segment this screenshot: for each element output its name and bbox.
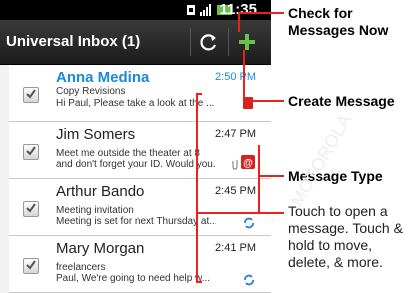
callout-check-messages: Check for Messages Now bbox=[288, 5, 388, 39]
callout-text: message. Touch & bbox=[288, 220, 403, 236]
message-time: 2:47 PM bbox=[215, 128, 256, 140]
callout-text: Create Message bbox=[288, 93, 395, 109]
list-item[interactable]: Mary Morgan 2:41 PM freelancers Paul, We… bbox=[9, 236, 271, 293]
svg-text:@: @ bbox=[243, 158, 253, 169]
message-time: 2:41 PM bbox=[215, 242, 256, 254]
sync-icon bbox=[244, 274, 254, 286]
callout-line bbox=[258, 150, 260, 214]
callout-text: Messages Now bbox=[288, 22, 389, 38]
sender-name: Mary Morgan bbox=[56, 240, 145, 257]
callout-line bbox=[196, 281, 202, 283]
list-item[interactable]: Arthur Bando 2:45 PM Meeting invitation … bbox=[9, 179, 271, 236]
checkbox[interactable] bbox=[23, 87, 39, 103]
refresh-button[interactable] bbox=[191, 20, 227, 64]
page-title: Universal Inbox (1) bbox=[6, 33, 141, 50]
callout-line bbox=[196, 93, 198, 283]
checkbox[interactable] bbox=[23, 258, 39, 274]
sender-name: Jim Somers bbox=[56, 126, 136, 143]
callout-touch-help: Touch to open a message. Touch & hold to… bbox=[288, 203, 403, 271]
email-icon: @ bbox=[241, 155, 255, 169]
check-icon bbox=[26, 260, 36, 270]
callout-line bbox=[238, 12, 240, 32]
list-item[interactable]: Jim Somers 2:47 PM Meet me outside the t… bbox=[9, 122, 271, 179]
message-subject: Meet me outside the theater at 8 bbox=[56, 148, 200, 159]
callout-text: hold to move, bbox=[288, 237, 373, 253]
callout-line bbox=[196, 212, 284, 214]
checkbox[interactable] bbox=[23, 201, 39, 217]
message-subject: Meeting invitation bbox=[56, 205, 134, 216]
sync-icon bbox=[244, 217, 254, 229]
watermark: MOTOROLA bbox=[286, 110, 356, 210]
refresh-icon bbox=[200, 34, 217, 51]
message-preview: Paul, We're going to need help w... bbox=[56, 273, 211, 284]
message-subject: Copy Revisions bbox=[56, 86, 126, 97]
check-icon bbox=[26, 89, 36, 99]
callout-text: delete, & more. bbox=[288, 254, 383, 270]
title-bar: Universal Inbox (1) bbox=[0, 20, 271, 65]
sender-name: Anna Medina bbox=[56, 69, 150, 86]
list-item[interactable]: Anna Medina 2:50 PM Copy Revisions Hi Pa… bbox=[9, 65, 271, 122]
sender-name: Arthur Bando bbox=[56, 183, 145, 200]
plus-icon bbox=[239, 34, 255, 50]
message-preview: Hi Paul, Please take a look at the ... bbox=[56, 98, 215, 109]
signal-icon bbox=[200, 4, 211, 16]
callout-line bbox=[243, 50, 245, 100]
check-icon bbox=[26, 203, 36, 213]
phone-screen: 11:35 Universal Inbox (1) Anna Medina 2:… bbox=[0, 0, 271, 293]
callout-line bbox=[196, 93, 202, 95]
checkbox[interactable] bbox=[23, 144, 39, 160]
callout-line bbox=[238, 12, 284, 14]
create-message-button[interactable] bbox=[229, 20, 265, 64]
check-icon bbox=[26, 146, 36, 156]
message-preview: Meeting is set for next Thursday at... bbox=[56, 216, 216, 227]
sim-icon bbox=[187, 5, 195, 15]
message-time: 2:45 PM bbox=[215, 185, 256, 197]
status-bar: 11:35 bbox=[0, 0, 271, 20]
callout-create-message: Create Message bbox=[288, 93, 395, 110]
callout-line bbox=[243, 100, 284, 102]
callout-text: Check for bbox=[288, 5, 353, 21]
message-subject: freelancers bbox=[56, 262, 106, 273]
callout-line bbox=[258, 175, 284, 177]
attachment-icon bbox=[232, 160, 238, 170]
message-time: 2:50 PM bbox=[215, 71, 256, 83]
message-preview: and don't forget your ID. Would you... bbox=[56, 159, 216, 170]
